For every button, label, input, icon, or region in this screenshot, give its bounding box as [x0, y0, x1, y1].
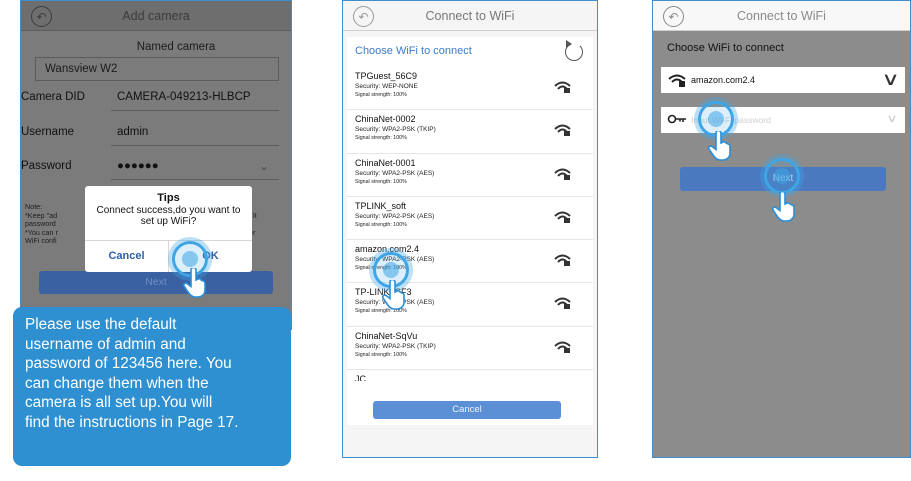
pointing-hand-icon [183, 268, 206, 298]
dialog-cancel-button[interactable]: Cancel [85, 240, 168, 272]
cancel-button[interactable]: Cancel [373, 401, 561, 419]
back-arrow-icon[interactable]: ↶ [31, 6, 52, 27]
wifi-icon [554, 341, 571, 353]
wifi-list-card: Choose WiFi to connect TPGuest_56C9 Secur… [347, 37, 593, 425]
tip-line: camera is all set up.You will [25, 394, 213, 411]
top-bar: ↶ Add camera [21, 1, 291, 31]
tap-ring-icon [764, 158, 800, 194]
tip-line: username of admin and [25, 335, 186, 353]
wifi-icon [668, 74, 686, 87]
tip-line: find the instructions in Page 17. [25, 413, 239, 431]
wifi-list-item[interactable]: ChinaNet-SqVu Security: WPA2-PSK (TKIP) Si… [347, 327, 593, 371]
back-arrow-icon[interactable]: ↶ [353, 6, 374, 27]
wifi-ssid: JC [355, 374, 366, 381]
page-title: Connect to WiFi [425, 8, 515, 23]
camera-did-value[interactable]: CAMERA-049213-HLBCP [117, 91, 251, 103]
dialog-title: Tips [157, 192, 180, 204]
choose-wifi-heading: Choose WiFi to connect [653, 31, 910, 61]
wifi-list-item[interactable]: ChinaNet-0002 Security: WPA2-PSK (TKIP) Si… [347, 110, 593, 154]
wifi-icon [554, 297, 571, 310]
tips-dialog: Tips Connect success,do you want to set … [85, 186, 252, 272]
camera-did-row: Camera DID CAMERA-049213-HLBCP [21, 85, 291, 111]
next-button[interactable]: Next [39, 271, 273, 294]
wifi-list-item[interactable]: ChinaNet-0001 Security: WPA2-PSK (AES) Sig… [347, 154, 593, 197]
tip-line: Please use the default [25, 316, 177, 333]
phone-wifi-password: ↶ Connect to WiFi Choose WiFi to connect… [652, 0, 911, 458]
wifi-list: TPGuest_56C9 Security: WEP-NONE Signal str… [347, 67, 593, 381]
page-title: Connect to WiFi [737, 8, 826, 23]
phone-add-camera: ↶ Add camera Named camera Wansview W2 Ca… [20, 0, 292, 330]
dialog-message: Connect success,do you want to set up Wi… [96, 205, 241, 227]
phone-wifi-list: ↶ Connect to WiFi Choose WiFi to connect… [342, 0, 598, 458]
named-camera-label: Named camera [136, 41, 216, 53]
wifi-ssid-select[interactable]: amazon.com2.4 ∨ [661, 67, 905, 93]
wifi-icon [554, 254, 571, 267]
chevron-down-icon[interactable]: ⌄ [259, 159, 269, 173]
pointing-hand-icon [382, 280, 405, 310]
choose-wifi-heading: Choose WiFi to connect [355, 45, 472, 57]
username-row: Username admin [21, 120, 291, 146]
tip-line: can change them when the [25, 374, 209, 392]
key-icon [667, 114, 686, 124]
wifi-list-item[interactable]: TPLINK_soft Security: WPA2-PSK (AES) Signa… [347, 197, 593, 241]
wifi-ssid: ChinaNet-SqVu [355, 330, 418, 341]
wifi-icon [554, 211, 571, 223]
wifi-icon [554, 124, 571, 137]
top-bar: ↶ Connect to WiFi [343, 1, 597, 31]
wifi-ssid: ChinaNet-0001 [355, 157, 416, 168]
password-row: Password ●●●●●● ⌄ [21, 154, 291, 180]
wifi-list-item[interactable]: TPGuest_56C9 Security: WEP-NONE Signal str… [347, 67, 593, 111]
top-bar: ↶ Connect to WiFi [653, 1, 910, 31]
username-label: Username [21, 126, 75, 138]
refresh-icon[interactable] [565, 40, 583, 61]
password-field[interactable]: ●●●●●● [117, 160, 159, 172]
pointing-hand-icon [772, 192, 795, 222]
pointing-hand-icon [708, 131, 731, 161]
instruction-tip-box: Please use the default username of admin… [13, 307, 291, 466]
wifi-list-item[interactable]: JC [347, 370, 593, 381]
selected-ssid: amazon.com2.4 [691, 75, 756, 85]
wifi-ssid: ChinaNet-0002 [355, 114, 416, 125]
username-field[interactable]: admin [117, 126, 148, 138]
page-title: Add camera [122, 8, 190, 23]
camera-did-label: Camera DID [21, 91, 85, 103]
wifi-icon [554, 168, 571, 180]
wifi-icon [554, 81, 571, 93]
wifi-ssid: TPGuest_56C9 [355, 71, 418, 81]
tip-line: password of 123456 here. You [25, 355, 232, 372]
back-arrow-icon[interactable]: ↶ [663, 6, 684, 27]
camera-name-field[interactable]: Wansview W2 [35, 57, 279, 81]
password-label: Password [21, 160, 72, 172]
chevron-down-icon[interactable]: ∨ [886, 112, 897, 125]
chevron-down-icon[interactable]: ∨ [881, 69, 899, 90]
wifi-ssid: TPLINK_soft [355, 200, 407, 211]
